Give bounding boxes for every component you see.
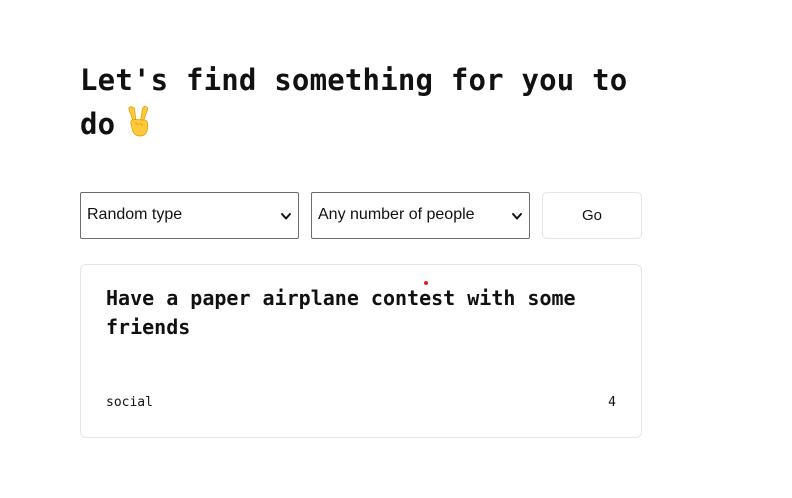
main-container: Let's find something for you to do Rando… — [80, 58, 642, 438]
page-title-text: Let's find something for you to do — [80, 63, 628, 141]
chevron-down-icon — [511, 209, 523, 223]
activity-participants-count: 4 — [608, 395, 616, 410]
participants-select[interactable]: Any number of people — [311, 192, 530, 239]
chevron-down-icon — [280, 209, 292, 223]
activity-type-select-value: Random type — [87, 206, 183, 223]
activity-type-label: social — [106, 395, 153, 410]
go-button[interactable]: Go — [542, 192, 642, 239]
activity-card: Have a paper airplane contest with some … — [80, 264, 642, 438]
mouse-cursor-indicator — [424, 281, 428, 285]
activity-title: Have a paper airplane contest with some … — [106, 286, 576, 339]
participants-select-value: Any number of people — [318, 206, 475, 223]
activity-type-select[interactable]: Random type — [80, 192, 299, 239]
victory-hand-emoji-icon — [125, 104, 153, 138]
filter-controls: Random type Any number of people Go — [80, 192, 642, 239]
page-title: Let's find something for you to do — [80, 58, 660, 146]
